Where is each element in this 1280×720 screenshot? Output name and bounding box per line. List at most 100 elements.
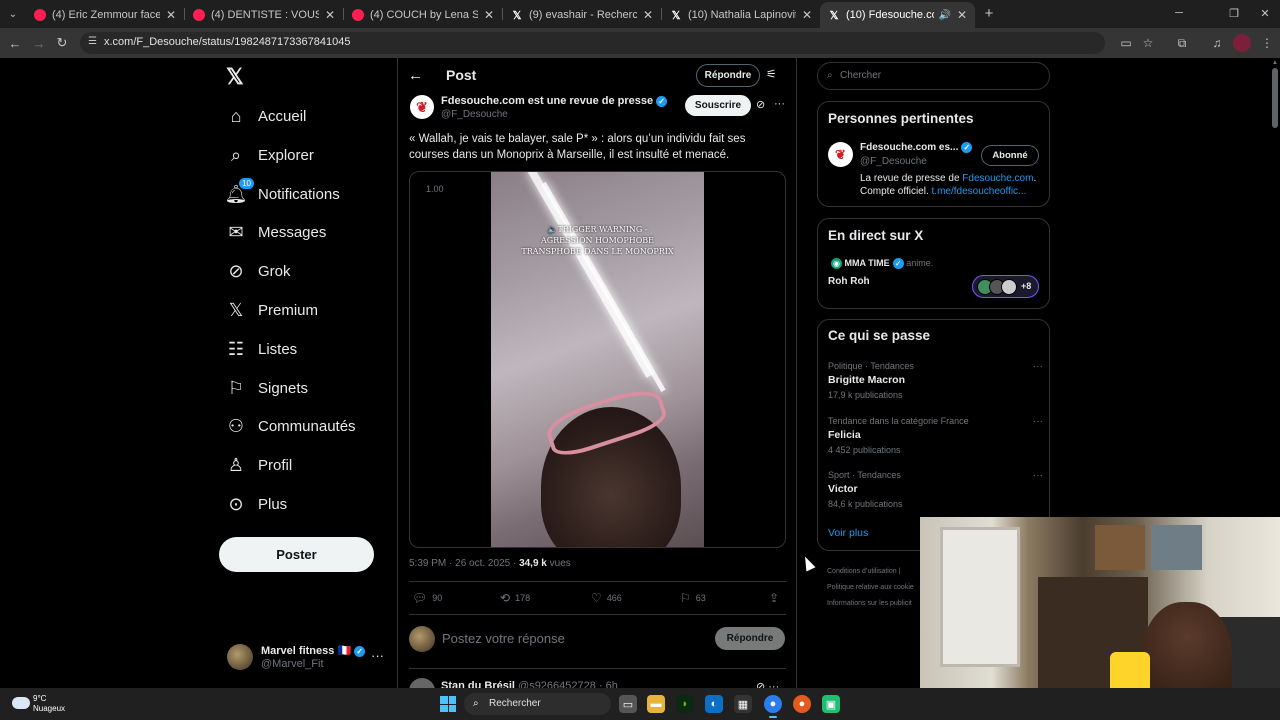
back-arrow-icon[interactable]: ← — [6, 34, 24, 52]
follow-button[interactable]: Abonné — [981, 145, 1039, 166]
nav-item-notifications[interactable]: 🔔︎ 10 Notifications — [225, 178, 340, 209]
post-timestamp[interactable]: 5:39 PM · 26 oct. 2025 · — [409, 558, 519, 569]
video-frame[interactable]: 🔈TRIGGER WARNING - AGRESSION HOMOPHOBE T… — [491, 172, 704, 547]
taskbar-search[interactable]: ⌕ Rechercher — [464, 693, 611, 715]
browser-tab-2[interactable]: (4) DENTISTE : VOUS ÊTES SALE ✕ — [185, 2, 343, 28]
firefox-icon[interactable]: ● — [793, 695, 811, 713]
windows-start-icon[interactable] — [440, 696, 456, 712]
video-player[interactable]: 1.00 🔈TRIGGER WARNING - AGRESSION HOMOPH… — [409, 171, 786, 548]
footer-link[interactable]: Informations sur les publicit — [827, 596, 914, 612]
reply-action[interactable]: 💬︎ 90 — [412, 591, 442, 605]
trend-item[interactable]: Sport · Tendances Victor 84,6 k publicat… — [828, 470, 1043, 509]
microsoft-store-icon[interactable]: ▦ — [734, 695, 752, 713]
back-arrow-icon[interactable]: ← — [408, 67, 423, 84]
close-icon[interactable]: ✕ — [166, 8, 176, 22]
task-view-icon[interactable]: ▭ — [619, 695, 637, 713]
edge-icon[interactable]: ◐ — [705, 695, 723, 713]
weather-widget[interactable]: 9°C Nuageux — [33, 694, 65, 714]
new-tab-icon[interactable]: + — [980, 4, 998, 22]
extensions-icon[interactable]: ⧉ — [1173, 34, 1191, 52]
browser-tab-6-active[interactable]: 𝕏 (10) Fdesouche.com est une 🔊 ✕ — [820, 2, 975, 28]
nav-item-explorer[interactable]: ⌕ Explorer — [226, 140, 314, 170]
profile-avatar-icon[interactable] — [1233, 34, 1251, 52]
more-horizontal-icon[interactable]: ··· — [774, 98, 785, 110]
nav-item-profil[interactable]: ♙ Profil — [226, 450, 292, 480]
live-space-title[interactable]: Roh Roh — [828, 276, 870, 287]
bookmark-action[interactable]: ⚐ 63 — [680, 591, 706, 605]
menu-kebab-icon[interactable]: ⋮ — [1258, 34, 1276, 52]
tab-search-chevron-icon[interactable]: ⌄ — [4, 5, 22, 23]
relevant-name[interactable]: Fdesouche.com es... ✓ — [860, 142, 973, 153]
close-icon[interactable]: ✕ — [484, 8, 494, 22]
nav-item-grok[interactable]: ⊘ Grok — [226, 256, 290, 286]
bio-link[interactable]: t.me/fdesoucheoffic... — [932, 186, 1027, 197]
close-window-icon[interactable]: ✕ — [1256, 4, 1274, 22]
browser-tab-5[interactable]: 𝕏 (10) Nathalia Lapinovitch sur X ✕ — [662, 2, 820, 28]
close-icon[interactable]: ✕ — [957, 8, 967, 22]
forward-arrow-icon[interactable]: → — [30, 34, 48, 52]
reply-author[interactable]: Stan du Brésil @s9266452728 · 6h — [441, 680, 618, 688]
bookmark-star-icon[interactable]: ☆ — [1139, 34, 1157, 52]
cloud-icon[interactable] — [12, 697, 30, 709]
more-horizontal-icon[interactable]: ··· — [1033, 470, 1043, 481]
more-horizontal-icon[interactable]: ··· — [371, 648, 384, 663]
bio-link[interactable]: Fdesouche.com — [962, 173, 1033, 184]
grok-icon[interactable]: ⊘ — [756, 98, 765, 111]
like-action[interactable]: ♡ 466 — [591, 591, 622, 605]
scrollbar-thumb[interactable] — [1272, 68, 1278, 128]
live-listeners[interactable]: +8 — [972, 275, 1039, 298]
nav-item-plus[interactable]: ⊙ Plus — [226, 489, 287, 519]
author-avatar[interactable]: ❦ — [410, 95, 434, 119]
playback-speed[interactable]: 1.00 — [426, 184, 444, 194]
install-app-icon[interactable]: ▭ — [1117, 34, 1135, 52]
author-handle[interactable]: @F_Desouche — [441, 109, 508, 120]
filter-sliders-icon[interactable]: ⚟ — [766, 67, 777, 81]
nav-item-premium[interactable]: 𝕏 Premium — [226, 295, 318, 325]
trend-item[interactable]: Tendance dans la catégorie France Felici… — [828, 416, 1043, 455]
discord-like-app-icon[interactable]: ▣ — [822, 695, 840, 713]
media-control-icon[interactable]: ♫ — [1208, 34, 1226, 52]
address-bar[interactable]: ☰ x.com/F_Desouche/status/19824871733678… — [80, 32, 1105, 54]
chrome-icon[interactable]: ● — [764, 695, 782, 718]
nav-item-messages[interactable]: ✉ Messages — [226, 217, 326, 247]
browser-tab-4[interactable]: 𝕏 (9) evashair - Recherche / X ✕ — [503, 2, 661, 28]
nav-item-accueil[interactable]: ⌂ Accueil — [226, 101, 307, 131]
browser-tab-3[interactable]: (4) COUCH by Lena Situations ✕ — [344, 2, 502, 28]
close-icon[interactable]: ✕ — [643, 8, 653, 22]
avatar[interactable] — [409, 678, 435, 688]
footer-link[interactable]: Conditions d’utilisation | — [827, 564, 914, 580]
avatar[interactable]: ❦ — [828, 142, 853, 167]
live-host[interactable]: ◉ MMA TIME ✓ anime. — [828, 258, 933, 270]
account-switcher[interactable]: Marvel fitness 🇫🇷 ✓ @Marvel_Fit ··· — [227, 642, 397, 672]
minimize-icon[interactable]: ─ — [1170, 4, 1188, 22]
nav-item-signets[interactable]: ⚐ Signets — [226, 373, 308, 403]
search-input[interactable]: ⌕ Chercher — [817, 62, 1050, 90]
subscribe-button[interactable]: Souscrire — [685, 95, 751, 116]
scroll-up-icon[interactable]: ▲ — [1272, 60, 1278, 66]
nav-item-listes[interactable]: ☷ Listes — [226, 334, 297, 364]
file-explorer-icon[interactable]: ▬ — [647, 695, 665, 713]
see-more-link[interactable]: Voir plus — [828, 527, 868, 539]
speaker-icon[interactable]: 🔊 — [938, 10, 950, 21]
more-horizontal-icon[interactable]: ··· — [1033, 416, 1043, 427]
header-reply-button[interactable]: Répondre — [696, 64, 760, 87]
close-icon[interactable]: ✕ — [325, 8, 335, 22]
browser-tab-1[interactable]: (4) Eric Zemmour face à Pascal ✕ — [26, 2, 184, 28]
post-button[interactable]: Poster — [219, 537, 374, 572]
footer-link[interactable]: Politique relative aux cookie — [827, 580, 914, 596]
restore-icon[interactable]: ❐ — [1225, 4, 1243, 22]
share-action[interactable]: ⇪ — [769, 591, 784, 605]
nvidia-icon[interactable]: ◗ — [676, 695, 694, 713]
x-logo-icon[interactable]: 𝕏 — [226, 66, 248, 88]
more-horizontal-icon[interactable]: ··· — [1033, 361, 1043, 372]
trend-item[interactable]: Politique · Tendances Brigitte Macron 17… — [828, 361, 1043, 400]
reply-submit-button[interactable]: Répondre — [715, 627, 785, 650]
close-icon[interactable]: ✕ — [802, 8, 812, 22]
relevant-handle[interactable]: @F_Desouche — [860, 156, 927, 167]
author-name[interactable]: Fdesouche.com est une revue de presse ✓ — [441, 95, 668, 107]
site-info-icon[interactable]: ☰ — [88, 36, 97, 47]
more-horizontal-icon[interactable]: ⊘ ··· — [756, 680, 779, 688]
repost-action[interactable]: ⟲ 178 — [500, 591, 530, 605]
reload-icon[interactable]: ↻ — [53, 34, 71, 52]
reply-input[interactable]: Postez votre réponse — [442, 631, 565, 646]
